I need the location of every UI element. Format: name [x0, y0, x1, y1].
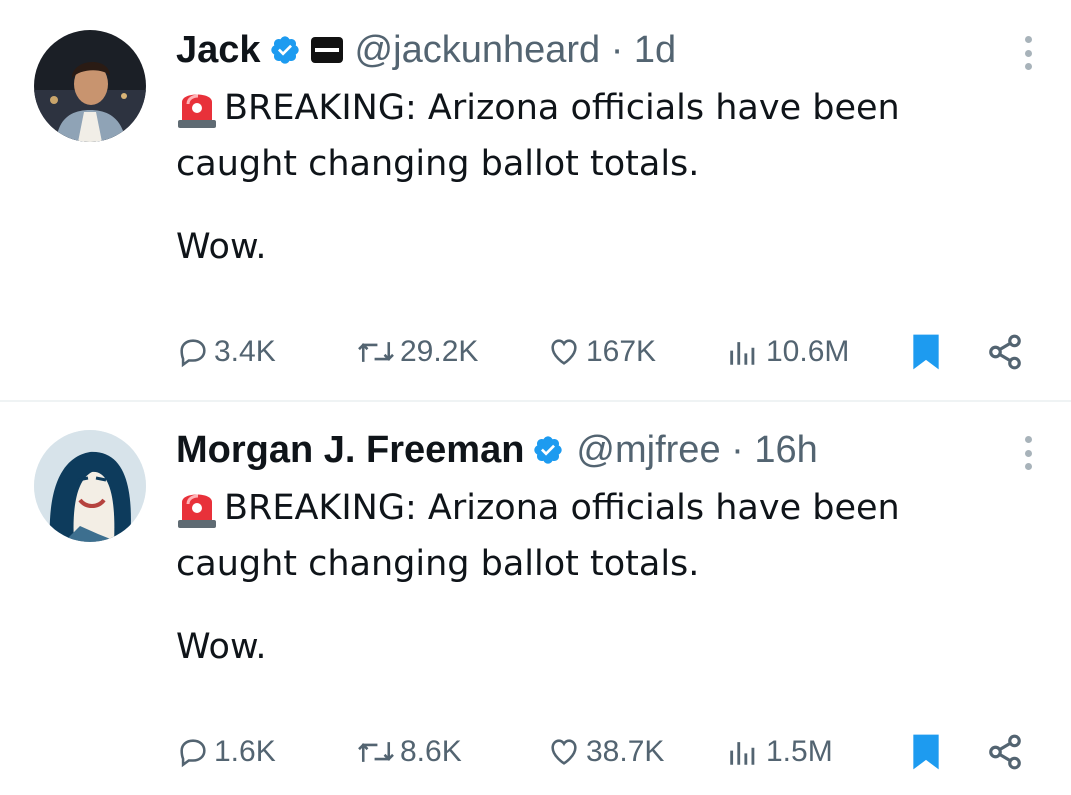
author-name[interactable]: Morgan J. Freeman [176, 429, 524, 472]
tweet-text: BREAKING: Arizona officials have been ca… [176, 480, 1036, 675]
reply-button[interactable]: 3.4K [176, 330, 276, 374]
tweet-1[interactable]: Jack @jackunheard · 1d BREAKING: Arizona… [0, 0, 1071, 400]
author-handle-time[interactable]: @jackunheard · 1d [355, 29, 677, 72]
more-options-icon[interactable] [1023, 436, 1033, 470]
bookmark-icon [913, 334, 939, 370]
repost-icon [358, 742, 394, 762]
share-icon [989, 334, 1021, 370]
heart-icon [551, 739, 577, 765]
siren-emoji-icon [178, 494, 216, 528]
repost-count: 29.2K [400, 335, 479, 368]
views-button[interactable]: 10.6M [724, 330, 849, 374]
tweet-text: BREAKING: Arizona officials have been ca… [176, 80, 1036, 275]
avatar[interactable] [34, 430, 146, 542]
views-button[interactable]: 1.5M [724, 730, 833, 774]
verified-badge-icon[interactable] [532, 434, 564, 466]
avatar[interactable] [34, 30, 146, 142]
bookmark-icon [913, 734, 939, 770]
repost-button[interactable]: 29.2K [356, 330, 478, 374]
tweet-2[interactable]: Morgan J. Freeman @mjfree · 16h BREAKING… [0, 400, 1071, 795]
reply-count: 1.6K [214, 735, 276, 768]
bookmark-button[interactable] [910, 330, 942, 374]
verified-badge-icon[interactable] [269, 34, 301, 66]
more-options-icon[interactable] [1023, 36, 1033, 70]
tweet-header: Jack @jackunheard · 1d [176, 26, 676, 74]
reply-icon [180, 739, 206, 768]
tweet-actions: 3.4K 29.2K 167K 10.6M [176, 330, 1036, 374]
view-count: 1.5M [766, 735, 833, 768]
tweet-actions: 1.6K 8.6K 38.7K 1.5M [176, 730, 1036, 774]
like-count: 38.7K [586, 735, 665, 768]
views-bar-chart-icon [730, 742, 755, 765]
like-count: 167K [586, 335, 657, 368]
siren-emoji-icon [178, 94, 216, 128]
tweet-text-line-3: Wow. [176, 227, 267, 267]
tweet-text-line-1: BREAKING: Arizona officials have been [224, 88, 900, 128]
like-button[interactable]: 167K [546, 330, 656, 374]
tweet-text-line-3: Wow. [176, 627, 267, 667]
like-button[interactable]: 38.7K [546, 730, 664, 774]
tweet-header: Morgan J. Freeman @mjfree · 16h [176, 426, 818, 474]
repost-button[interactable]: 8.6K [356, 730, 462, 774]
heart-icon [551, 339, 577, 365]
view-count: 10.6M [766, 335, 850, 368]
share-icon [989, 734, 1021, 770]
tweet-text-line-2: caught changing ballot totals. [176, 144, 700, 184]
views-bar-chart-icon [730, 342, 755, 365]
conservative-badge-icon[interactable] [310, 37, 343, 63]
tweet-text-line-2: caught changing ballot totals. [176, 544, 700, 584]
reply-button[interactable]: 1.6K [176, 730, 276, 774]
repost-count: 8.6K [400, 735, 462, 768]
repost-icon [358, 342, 394, 362]
author-name[interactable]: Jack [176, 29, 261, 72]
bookmark-button[interactable] [910, 730, 942, 774]
reply-icon [180, 339, 206, 368]
share-button[interactable] [986, 330, 1024, 374]
share-button[interactable] [986, 730, 1024, 774]
author-handle-time[interactable]: @mjfree · 16h [576, 429, 817, 472]
tweet-text-line-1: BREAKING: Arizona officials have been [224, 488, 900, 528]
reply-count: 3.4K [214, 335, 276, 368]
